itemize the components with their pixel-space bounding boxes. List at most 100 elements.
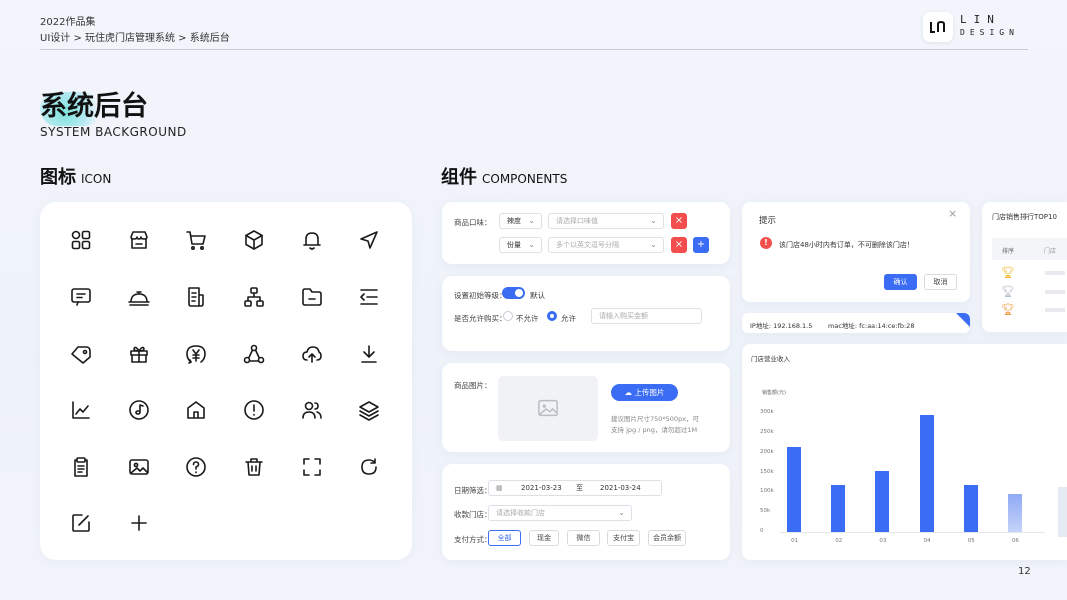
x-tick-label: 05: [967, 538, 975, 544]
message-icon[interactable]: [69, 285, 93, 309]
clipboard-icon[interactable]: [69, 455, 93, 479]
date-range-picker[interactable]: ▦ 2021-03-23 至 2021-03-24: [488, 480, 662, 496]
org-chart-icon[interactable]: [242, 285, 266, 309]
bronze-trophy-icon: 🏆︎: [1001, 303, 1015, 316]
home-icon[interactable]: [184, 398, 208, 422]
chevron-down-icon: ⌄: [618, 508, 625, 517]
navigation-icon[interactable]: [357, 228, 381, 252]
plus-icon[interactable]: [127, 511, 151, 535]
bar-03[interactable]: [875, 470, 890, 532]
store-select[interactable]: 请选择收款门店 ⌄: [488, 505, 632, 521]
x-tick-label: 06: [1011, 538, 1019, 544]
level-label: 设置初始等级：: [454, 291, 507, 300]
bar-04[interactable]: [919, 414, 934, 532]
upload-image-button[interactable]: ☁ 上传图片: [611, 384, 678, 401]
pay-option-member[interactable]: 会员余额: [648, 530, 686, 546]
pay-option-alipay[interactable]: 支付宝: [607, 530, 640, 546]
radio-allow-label: 允许: [561, 314, 576, 323]
logo-icon: [930, 20, 945, 33]
y-tick-label: 250k: [760, 428, 774, 435]
dialog-title: 提示: [759, 216, 777, 226]
row-placeholder: [1045, 290, 1065, 294]
filter-card: 日期筛选： ▦ 2021-03-23 至 2021-03-24 收款门店： 请选…: [442, 464, 730, 560]
purchase-amount-input[interactable]: 请输入购买金额: [591, 308, 702, 324]
flavor-value-placeholder: 请选择口味值: [556, 217, 598, 225]
page-title: 系统后台: [40, 91, 148, 122]
flavor-value-select[interactable]: 请选择口味值 ⌄: [548, 213, 664, 229]
pay-option-cash[interactable]: 现金: [529, 530, 559, 546]
components-section-en: COMPONENTS: [482, 172, 568, 186]
upload-tip-1: 建议图片尺寸750*500px，可: [611, 415, 700, 423]
ranking-title: 门店销售排行TOP10: [992, 213, 1057, 221]
pay-option-all[interactable]: 全部: [488, 530, 521, 546]
y-tick-label: 0: [760, 528, 764, 534]
trash-icon[interactable]: [242, 455, 266, 479]
gift-icon[interactable]: [127, 342, 151, 366]
image-label: 商品图片：: [454, 381, 492, 390]
icon-section-title: 图标 ICON: [40, 163, 111, 189]
buy-label: 是否允许购买：: [454, 314, 507, 323]
store-icon[interactable]: [127, 228, 151, 252]
close-icon[interactable]: ×: [948, 207, 957, 220]
chevron-down-icon: ⌄: [528, 216, 535, 225]
cancel-button[interactable]: 取消: [924, 274, 957, 290]
layers-icon[interactable]: [357, 398, 381, 422]
image-placeholder[interactable]: [498, 376, 598, 441]
alert-icon[interactable]: [242, 398, 266, 422]
pay-label: 支付方式：: [454, 535, 492, 544]
menu-fold-icon[interactable]: [357, 285, 381, 309]
bar-02[interactable]: [831, 485, 846, 532]
users-icon[interactable]: [300, 398, 324, 422]
portion-select[interactable]: 份量 ⌄: [499, 237, 542, 253]
spiciness-select[interactable]: 辣度 ⌄: [499, 213, 542, 229]
toggle-knob: [515, 289, 523, 297]
pay-option-wechat[interactable]: 微信: [567, 530, 600, 546]
page-number: 12: [1018, 566, 1031, 577]
folder-icon[interactable]: [300, 285, 324, 309]
level-value: 默认: [530, 291, 545, 300]
line-chart-icon[interactable]: [69, 398, 93, 422]
x-axis-line: [780, 532, 1045, 533]
silver-trophy-icon: 🏆︎: [1001, 285, 1015, 298]
bill-icon[interactable]: [184, 285, 208, 309]
icon-section-cn: 图标: [40, 167, 76, 188]
y-tick-label: 150k: [760, 468, 774, 475]
bar-05[interactable]: [963, 485, 978, 532]
radio-allow[interactable]: [547, 311, 557, 321]
bar-06[interactable]: [1007, 494, 1022, 532]
add-flavor-button[interactable]: +: [693, 237, 709, 253]
confirm-button[interactable]: 确认: [884, 274, 917, 290]
breadcrumb: UI设计 > 玩住虎门店管理系统 > 系统后台: [40, 33, 230, 44]
remove-portion-button[interactable]: ×: [671, 237, 687, 253]
tag-icon[interactable]: [69, 342, 93, 366]
bar-01[interactable]: [787, 446, 802, 532]
yuan-icon[interactable]: [184, 342, 208, 366]
portion-value: 份量: [507, 241, 521, 249]
music-icon[interactable]: [127, 398, 151, 422]
edit-icon[interactable]: [69, 511, 93, 535]
cart-icon[interactable]: [184, 228, 208, 252]
level-toggle[interactable]: [502, 287, 525, 299]
upload-image-label: 上传图片: [634, 388, 665, 397]
radio-disallow[interactable]: [503, 311, 513, 321]
store-placeholder: 请选择收款门店: [496, 509, 545, 517]
revenue-bar-chart: 0 50k 100k 150k 200k 250k 300k 01 02 03 04 05 06: [742, 344, 1067, 560]
date-label: 日期筛选：: [454, 486, 492, 495]
purchase-amount-placeholder: 请输入购买金额: [599, 312, 648, 320]
bell-icon[interactable]: [300, 228, 324, 252]
refresh-icon[interactable]: [357, 455, 381, 479]
grid-icon[interactable]: [69, 228, 93, 252]
download-icon[interactable]: [357, 342, 381, 366]
remove-flavor-button[interactable]: ×: [671, 213, 687, 229]
chart-scrollbar[interactable]: [1058, 487, 1067, 537]
box-icon[interactable]: [242, 228, 266, 252]
scan-icon[interactable]: [300, 455, 324, 479]
ip-address: IP地址: 192.168.1.5: [750, 322, 813, 330]
help-icon[interactable]: [184, 455, 208, 479]
upload-cloud-icon[interactable]: [300, 342, 324, 366]
share-icon[interactable]: [242, 342, 266, 366]
calendar-icon: ▦: [496, 484, 503, 492]
image-icon[interactable]: [127, 455, 151, 479]
service-icon[interactable]: [127, 285, 151, 309]
portion-value-select[interactable]: 多个以英文逗号分隔 ⌄: [548, 237, 664, 253]
